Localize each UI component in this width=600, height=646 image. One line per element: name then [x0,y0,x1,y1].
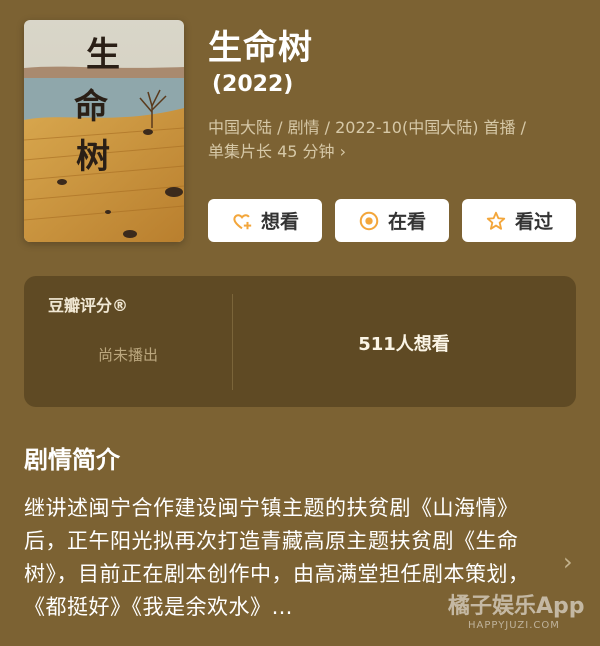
douban-rating-label: 豆瓣评分® [48,296,129,315]
watermark-site: HAPPYJUZI.COM [468,620,560,631]
poster-image[interactable]: 生 命 树 [24,20,184,242]
svg-text:命: 命 [74,87,108,127]
svg-text:生: 生 [86,35,120,75]
want-button[interactable]: 想看 [208,199,322,242]
meta-line-2: 单集片长 45 分钟 › [208,140,578,164]
chevron-right-icon: › [339,142,347,161]
rating-status: 尚未播出 [97,346,158,364]
poster-art: 生 命 树 [24,20,184,242]
meta-line-1: 中国大陆 / 剧情 / 2022-10(中国大陆) 首播 / [208,118,527,137]
watched-button[interactable]: 看过 [462,199,576,242]
record-icon [358,210,380,232]
watermark-logo: 橘子娱乐App [448,594,585,619]
release-year: (2022) [212,72,294,97]
watching-button[interactable]: 在看 [335,199,449,242]
watched-button-label: 看过 [514,211,553,233]
meta-info[interactable]: 中国大陆 / 剧情 / 2022-10(中国大陆) 首播 / 单集片长 45 分… [208,116,578,164]
svg-text:树: 树 [76,137,110,177]
page-title: 生命树 [208,28,313,68]
meta-duration: 单集片长 45 分钟 [208,142,335,161]
synopsis-title: 剧情简介 [24,446,120,474]
heart-plus-icon [231,210,253,232]
chevron-right-icon[interactable]: › [563,548,573,576]
star-icon [485,210,507,232]
watching-button-label: 在看 [387,211,426,233]
want-button-label: 想看 [260,211,299,233]
want-count: 511人想看 [358,334,450,355]
rating-card[interactable]: 豆瓣评分® 尚未播出 511人想看 [24,276,576,407]
